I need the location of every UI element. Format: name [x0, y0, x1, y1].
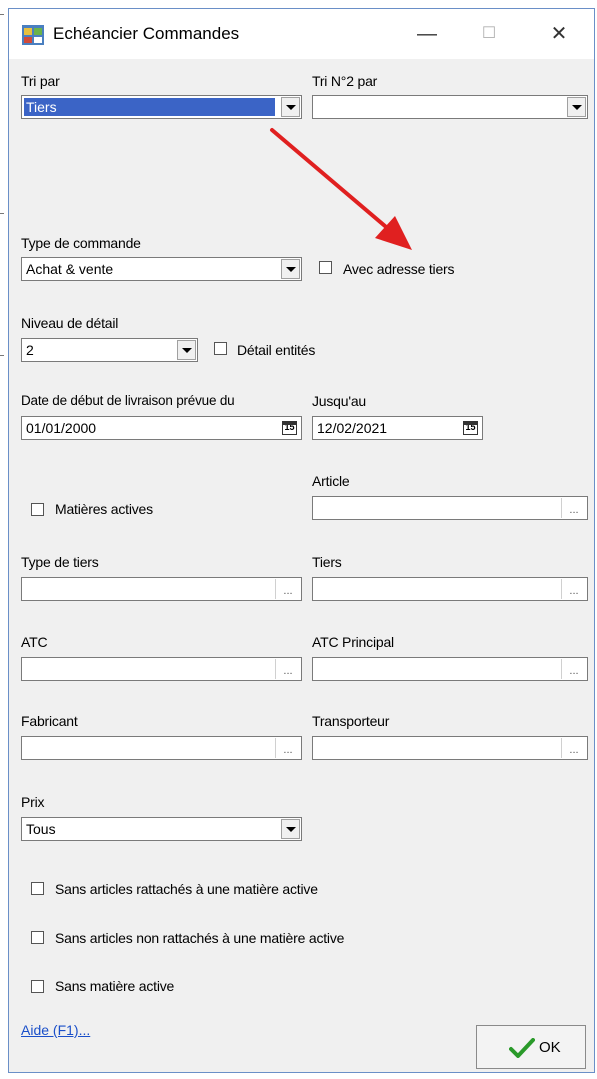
option-checkbox[interactable] [31, 882, 44, 895]
article-browse-button[interactable]: ... [561, 498, 586, 518]
calendar-icon[interactable]: 15 [282, 421, 297, 435]
start-date-label: Date de début de livraison prévue du [21, 393, 235, 408]
order-type-label: Type de commande [21, 235, 141, 251]
atc-principal-browse-button[interactable]: ... [561, 659, 586, 679]
detail-level-label: Niveau de détail [21, 315, 119, 331]
maximize-button[interactable]: ☐ [469, 19, 509, 49]
order-type-select[interactable]: Achat & vente [21, 257, 302, 281]
third-party-browse-button[interactable]: ... [561, 579, 586, 599]
dialog-window: Echéancier Commandes — ☐ ✕ Tri par Tiers… [8, 8, 595, 1073]
checkmark-icon [509, 1038, 535, 1058]
detail-entities-label: Détail entités [237, 342, 316, 358]
price-label: Prix [21, 794, 45, 810]
manufacturer-browse-button[interactable]: ... [275, 738, 300, 758]
carrier-field[interactable]: ... [312, 736, 588, 760]
third-party-field[interactable]: ... [312, 577, 588, 601]
carrier-label: Transporteur [312, 713, 390, 729]
option-label: Sans articles rattachés à une matière ac… [55, 881, 318, 897]
edge-mark [0, 14, 4, 15]
with-address-checkbox[interactable] [319, 261, 332, 274]
atc-field[interactable]: ... [21, 657, 302, 681]
edge-mark [0, 213, 4, 214]
manufacturer-label: Fabricant [21, 713, 78, 729]
ok-button[interactable]: OK [476, 1025, 586, 1069]
calendar-icon[interactable]: 15 [463, 421, 478, 435]
title-bar[interactable]: Echéancier Commandes — ☐ ✕ [9, 9, 594, 59]
start-date-field[interactable]: 01/01/2000 15 [21, 416, 302, 440]
edge-mark [0, 355, 4, 356]
start-date-value: 01/01/2000 [26, 420, 97, 436]
sort-select-value: Tiers [24, 98, 275, 116]
option-checkbox[interactable] [31, 931, 44, 944]
ok-button-label: OK [539, 1039, 561, 1056]
atc-label: ATC [21, 634, 48, 650]
detail-level-select-value: 2 [26, 342, 34, 358]
chevron-down-icon[interactable] [281, 97, 300, 117]
third-party-label: Tiers [312, 554, 342, 570]
window-title: Echéancier Commandes [53, 24, 240, 43]
order-type-select-value: Achat & vente [26, 261, 114, 277]
option-label: Sans matière active [55, 978, 175, 994]
minimize-button[interactable]: — [407, 19, 447, 49]
chevron-down-icon[interactable] [567, 97, 586, 117]
active-materials-label: Matières actives [55, 501, 153, 517]
atc-principal-field[interactable]: ... [312, 657, 588, 681]
manufacturer-field[interactable]: ... [21, 736, 302, 760]
active-materials-checkbox[interactable] [31, 503, 44, 516]
end-date-field[interactable]: 12/02/2021 15 [312, 416, 483, 440]
sort2-label: Tri N°2 par [312, 73, 378, 89]
chevron-down-icon[interactable] [177, 340, 196, 360]
chevron-down-icon[interactable] [281, 819, 300, 839]
close-button[interactable]: ✕ [539, 19, 579, 49]
third-party-type-label: Type de tiers [21, 554, 99, 570]
chevron-down-icon[interactable] [281, 259, 300, 279]
atc-browse-button[interactable]: ... [275, 659, 300, 679]
with-address-label: Avec adresse tiers [343, 261, 455, 277]
sort2-select[interactable] [312, 95, 588, 119]
app-icon [22, 25, 44, 45]
sort-select[interactable]: Tiers [21, 95, 302, 119]
carrier-browse-button[interactable]: ... [561, 738, 586, 758]
price-select-value: Tous [26, 821, 56, 837]
help-link[interactable]: Aide (F1)... [21, 1022, 90, 1038]
article-label: Article [312, 473, 350, 489]
third-party-type-field[interactable]: ... [21, 577, 302, 601]
atc-principal-label: ATC Principal [312, 634, 394, 650]
third-party-type-browse-button[interactable]: ... [275, 579, 300, 599]
price-select[interactable]: Tous [21, 817, 302, 841]
sort-label: Tri par [21, 73, 60, 89]
detail-entities-checkbox[interactable] [214, 342, 227, 355]
option-label: Sans articles non rattachés à une matièr… [55, 930, 345, 946]
detail-level-select[interactable]: 2 [21, 338, 198, 362]
article-field[interactable]: ... [312, 496, 588, 520]
end-date-value: 12/02/2021 [317, 420, 388, 436]
option-checkbox[interactable] [31, 980, 44, 993]
end-date-label: Jusqu'au [312, 393, 367, 409]
